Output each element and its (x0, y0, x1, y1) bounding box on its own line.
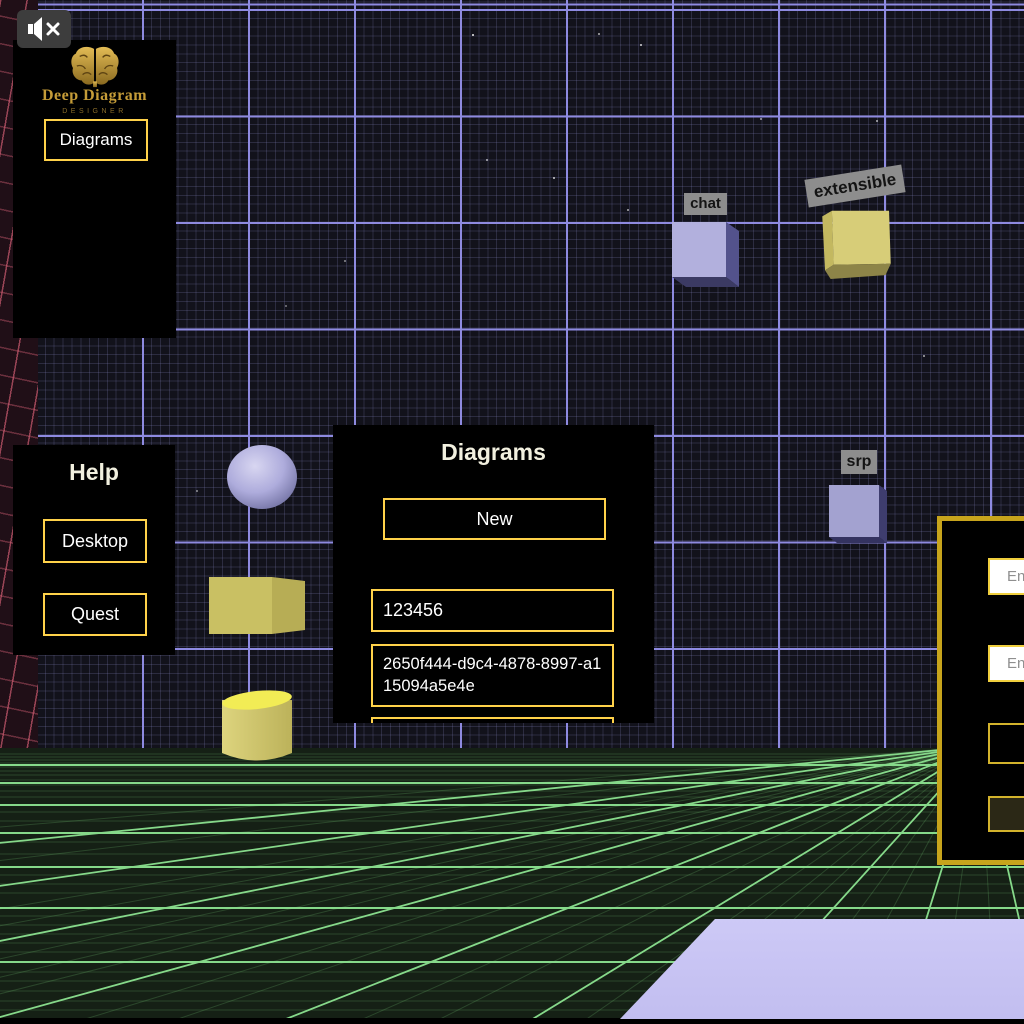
diagram-list-item-partial[interactable] (371, 717, 614, 723)
node-label-chat: chat (684, 193, 727, 215)
connect-box-3[interactable] (988, 723, 1024, 764)
diagram-uuid-item[interactable]: 2650f444-d9c4-4878-8997-a115094a5e4e (371, 644, 614, 707)
brain-logo-icon (13, 45, 176, 89)
diagrams-panel: Diagrams New 2650f444-d9c4-4878-8997-a11… (333, 425, 654, 723)
new-diagram-button[interactable]: New (383, 498, 606, 540)
brand-title: Deep Diagram (13, 87, 176, 105)
connect-field-2[interactable] (988, 645, 1024, 682)
vr-scene: chat extensible srp Deep Diagram DESIGNE… (0, 0, 1024, 1024)
help-title: Help (13, 459, 175, 486)
quest-help-button[interactable]: Quest (43, 593, 147, 636)
diagram-code-field[interactable] (371, 589, 614, 632)
connect-panel (937, 516, 1024, 865)
help-panel: Help Desktop Quest (13, 445, 175, 655)
brand-subtitle: DESIGNER (13, 108, 176, 115)
diagrams-menu-button[interactable]: Diagrams (44, 119, 148, 161)
diagrams-title: Diagrams (333, 439, 654, 466)
speaker-muted-icon (26, 16, 62, 42)
node-label-srp: srp (841, 450, 877, 474)
desktop-help-button[interactable]: Desktop (43, 519, 147, 563)
mute-toggle-button[interactable] (17, 10, 71, 48)
connect-field-1[interactable] (988, 558, 1024, 595)
connect-box-4[interactable] (988, 796, 1024, 832)
lavender-platform (620, 919, 1024, 1019)
brand-panel: Deep Diagram DESIGNER Diagrams (13, 40, 176, 338)
